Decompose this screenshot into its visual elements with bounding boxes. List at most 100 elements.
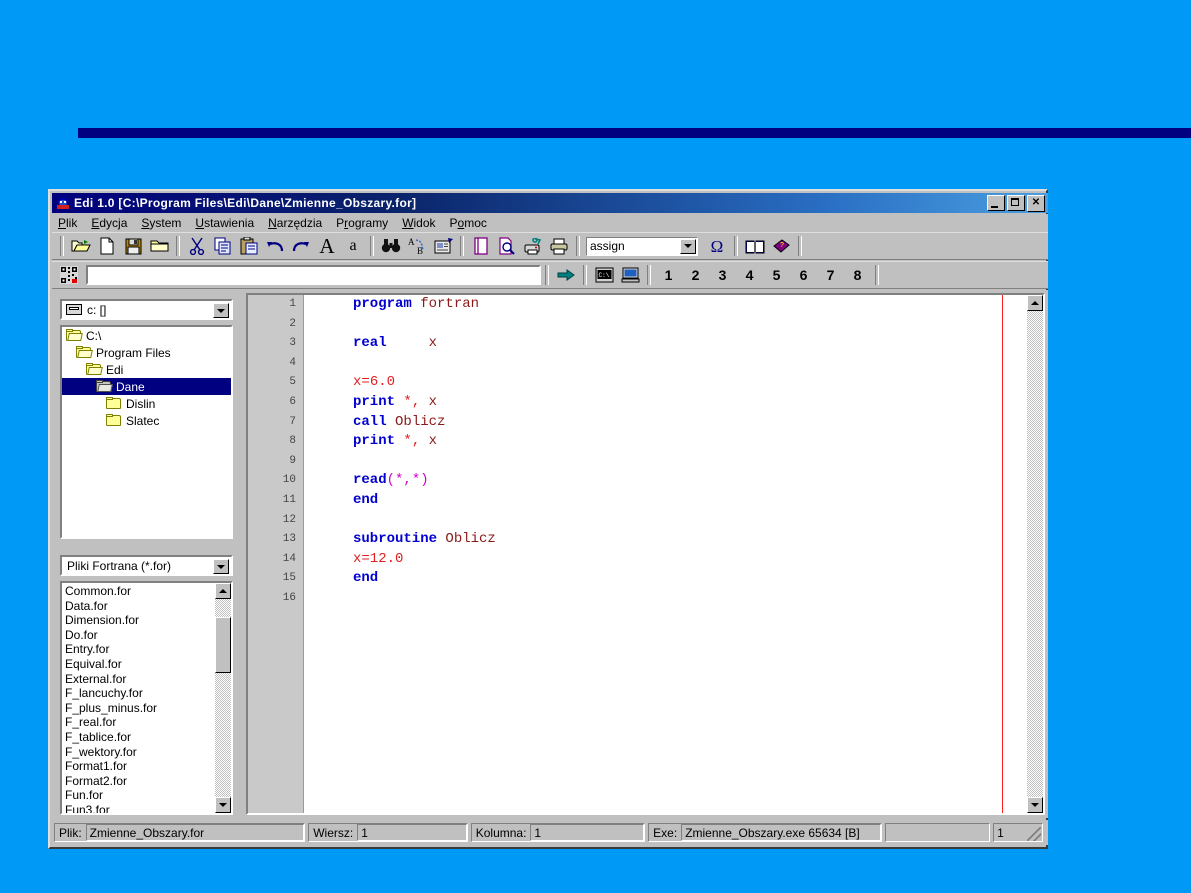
resize-grip-icon[interactable] bbox=[1026, 827, 1041, 841]
folder-icon[interactable] bbox=[146, 234, 172, 258]
editor-scrollbar[interactable] bbox=[1027, 295, 1043, 813]
book-help-icon[interactable]: ? bbox=[768, 234, 794, 258]
bookmark-7-button[interactable]: 7 bbox=[817, 263, 844, 287]
new-file-icon[interactable] bbox=[94, 234, 120, 258]
toolbar-separator bbox=[370, 236, 374, 256]
bookmark-5-button[interactable]: 5 bbox=[763, 263, 790, 287]
list-item[interactable]: Fun.for bbox=[63, 788, 215, 803]
window-title: Edi 1.0 [C:\Program Files\Edi\Dane\Zmien… bbox=[74, 196, 417, 210]
menu-edycja[interactable]: Edycja bbox=[91, 216, 127, 230]
list-item[interactable]: Dimension.for bbox=[63, 613, 215, 628]
copy-icon[interactable] bbox=[210, 234, 236, 258]
save-disk-icon[interactable] bbox=[120, 234, 146, 258]
go-arrow-icon[interactable] bbox=[553, 263, 579, 287]
list-item[interactable]: Equival.for bbox=[63, 657, 215, 672]
address-input[interactable] bbox=[86, 265, 541, 285]
scroll-down-icon[interactable] bbox=[1027, 797, 1043, 813]
print-icon[interactable] bbox=[546, 234, 572, 258]
list-item[interactable]: Data.for bbox=[63, 599, 215, 614]
tree-item-dislin[interactable]: Dislin bbox=[62, 395, 231, 412]
chevron-down-icon[interactable] bbox=[213, 559, 229, 574]
file-filter-select[interactable]: Pliki Fortrana (*.for) bbox=[60, 555, 233, 576]
find-binoculars-icon[interactable] bbox=[378, 234, 404, 258]
barcode-grid-icon[interactable] bbox=[56, 263, 82, 287]
list-item[interactable]: Do.for bbox=[63, 628, 215, 643]
code-text[interactable]: program fortran real x x=6.0 print *, x ca… bbox=[305, 295, 1043, 813]
scroll-up-icon[interactable] bbox=[1027, 295, 1043, 311]
menu-system[interactable]: System bbox=[141, 216, 181, 230]
replace-ab-icon[interactable]: A B bbox=[404, 234, 430, 258]
folder-icon bbox=[106, 397, 122, 410]
menu-narzedzia[interactable]: Narzędzia bbox=[268, 216, 322, 230]
code-editor[interactable]: 1 2 3 4 5 6 7 8 9 10 11 12 13 14 15 16 p… bbox=[246, 293, 1045, 815]
code-token: program bbox=[353, 296, 412, 312]
list-item[interactable]: F_tablice.for bbox=[63, 730, 215, 745]
scroll-down-icon[interactable] bbox=[215, 797, 231, 813]
file-list-scrollbar[interactable] bbox=[215, 583, 231, 813]
printer-setup-icon[interactable] bbox=[520, 234, 546, 258]
main-toolbar: A a A B assign Ω ? bbox=[52, 232, 1048, 260]
tree-item-label: Dane bbox=[116, 379, 145, 394]
tree-item-slatec[interactable]: Slatec bbox=[62, 412, 231, 429]
list-item[interactable]: Format1.for bbox=[63, 759, 215, 774]
line-number: 2 bbox=[289, 317, 296, 330]
code-token: x bbox=[428, 393, 438, 410]
open-folder-icon[interactable] bbox=[68, 234, 94, 258]
menu-ustawienia[interactable]: Ustawienia bbox=[195, 216, 254, 230]
file-filter-value: Pliki Fortrana (*.for) bbox=[67, 558, 172, 573]
properties-icon[interactable] bbox=[430, 234, 456, 258]
list-item[interactable]: F_plus_minus.for bbox=[63, 701, 215, 716]
menu-pomoc[interactable]: Pomoc bbox=[450, 216, 487, 230]
title-bar[interactable]: Edi 1.0 [C:\Program Files\Edi\Dane\Zmien… bbox=[52, 193, 1048, 213]
cut-scissors-icon[interactable] bbox=[184, 234, 210, 258]
menu-widok[interactable]: Widok bbox=[402, 216, 435, 230]
page-icon[interactable] bbox=[468, 234, 494, 258]
paste-icon[interactable] bbox=[236, 234, 262, 258]
tree-item-edi[interactable]: Edi bbox=[62, 361, 231, 378]
tree-item-label: C:\ bbox=[86, 328, 102, 343]
scrollbar-thumb[interactable] bbox=[215, 617, 231, 673]
code-token: *, bbox=[403, 433, 421, 450]
menu-plik[interactable]: Plik bbox=[58, 216, 77, 230]
bookmark-8-button[interactable]: 8 bbox=[844, 263, 871, 287]
omega-symbol-icon[interactable]: Ω bbox=[704, 234, 730, 258]
list-item[interactable]: Common.for bbox=[63, 584, 215, 599]
list-item[interactable]: F_wektory.for bbox=[63, 745, 215, 760]
code-token: Oblicz bbox=[445, 531, 496, 548]
list-item[interactable]: F_lancuchy.for bbox=[63, 686, 215, 701]
list-item[interactable]: Entry.for bbox=[63, 642, 215, 657]
font-small-a-icon[interactable]: a bbox=[340, 234, 366, 258]
tree-item-dane[interactable]: Dane bbox=[62, 378, 231, 395]
chevron-down-icon[interactable] bbox=[680, 238, 696, 254]
tree-item-program-files[interactable]: Program Files bbox=[62, 344, 231, 361]
book-open-icon[interactable] bbox=[742, 234, 768, 258]
list-item[interactable]: External.for bbox=[63, 672, 215, 687]
chevron-down-icon[interactable] bbox=[213, 303, 229, 318]
directory-tree[interactable]: C:\ Program Files Edi Dane Dislin Slatec bbox=[60, 325, 233, 539]
computer-icon[interactable] bbox=[617, 263, 643, 287]
font-large-a-icon[interactable]: A bbox=[314, 234, 340, 258]
print-preview-icon[interactable] bbox=[494, 234, 520, 258]
file-list[interactable]: Common.for Data.for Dimension.for Do.for… bbox=[60, 581, 233, 815]
tree-item-c-root[interactable]: C:\ bbox=[62, 327, 231, 344]
minimize-button[interactable] bbox=[987, 194, 1005, 211]
console-window-icon[interactable]: C:\ bbox=[591, 263, 617, 287]
bookmark-2-button[interactable]: 2 bbox=[682, 263, 709, 287]
list-item[interactable]: Fun3.for bbox=[63, 803, 215, 813]
close-button[interactable]: ✕ bbox=[1027, 194, 1045, 212]
maximize-button[interactable] bbox=[1007, 194, 1025, 211]
bookmark-3-button[interactable]: 3 bbox=[709, 263, 736, 287]
menu-programy[interactable]: Programy bbox=[336, 216, 388, 230]
list-item[interactable]: F_real.for bbox=[63, 715, 215, 730]
drive-select[interactable]: c: [] bbox=[60, 299, 233, 320]
bookmark-4-button[interactable]: 4 bbox=[736, 263, 763, 287]
assign-combo[interactable]: assign bbox=[586, 236, 698, 256]
bookmark-1-button[interactable]: 1 bbox=[655, 263, 682, 287]
redo-arrow-icon[interactable] bbox=[288, 234, 314, 258]
undo-arrow-icon[interactable] bbox=[262, 234, 288, 258]
bookmark-6-button[interactable]: 6 bbox=[790, 263, 817, 287]
list-item[interactable]: Format2.for bbox=[63, 774, 215, 789]
scroll-up-icon[interactable] bbox=[215, 583, 231, 599]
code-line: end bbox=[305, 491, 1043, 511]
